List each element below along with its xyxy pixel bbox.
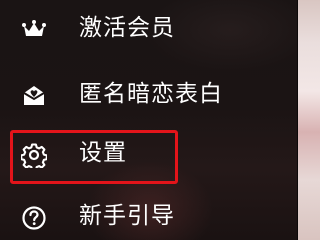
menu-item-label: 匿名暗恋表白 [79,81,223,107]
menu-item-anonymous-confession[interactable]: 匿名暗恋表白 [0,72,290,118]
content-peek-strip [297,0,320,240]
menu-item-label: 激活会员 [79,15,175,41]
question-circle-icon [21,205,47,231]
menu-item-label: 新手引导 [79,203,175,229]
settings-highlight-box [10,130,178,184]
menu-item-activate-vip[interactable]: 激活会员 [0,6,290,52]
menu-item-beginner-guide[interactable]: 新手引导 [0,194,290,240]
envelope-heart-icon [21,83,47,109]
crown-icon [21,17,47,43]
